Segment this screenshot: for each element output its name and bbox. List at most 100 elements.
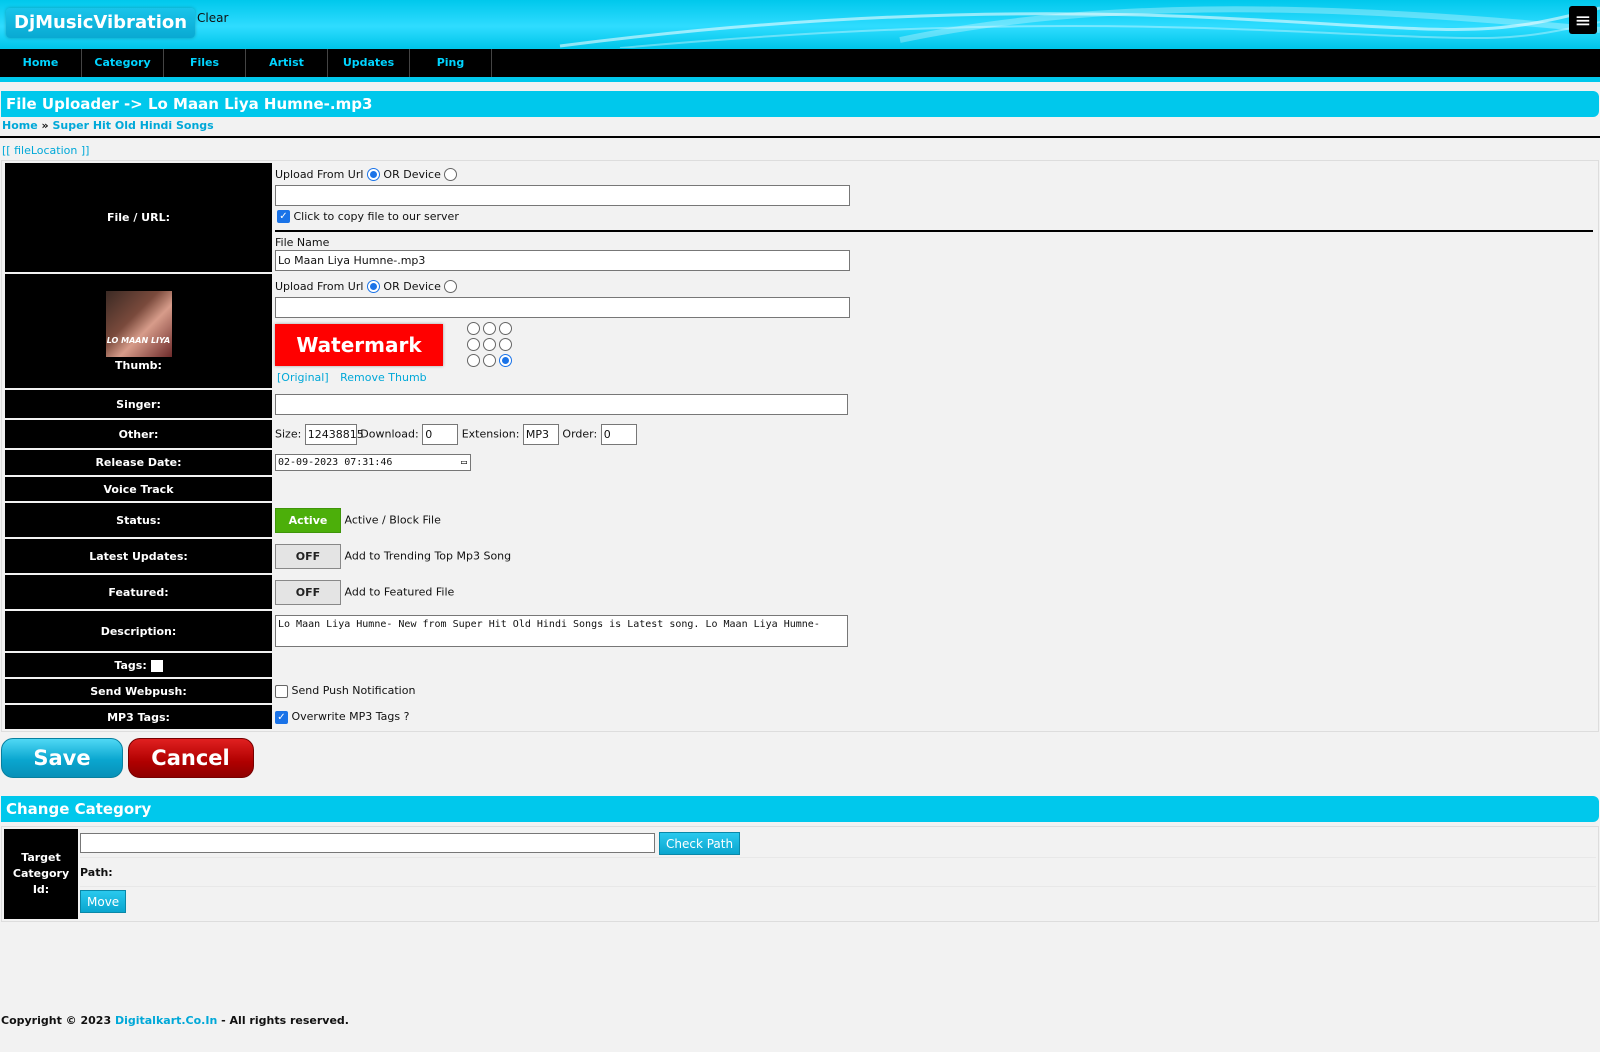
file-divider (275, 229, 1593, 232)
status-desc: Active / Block File (344, 513, 441, 526)
nav-item-artist[interactable]: Artist (246, 49, 328, 77)
file-location-text: [[ fileLocation ]] (2, 144, 90, 157)
file-edit-form: File / URL: Upload From Url OR Device ✓ … (1, 160, 1599, 732)
wm-pos-bottom-left-radio[interactable] (466, 353, 480, 367)
move-button[interactable]: Move (80, 890, 127, 913)
upload-from-url-radio[interactable] (366, 168, 380, 181)
upload-from-url-label: Upload From Url (275, 167, 364, 181)
featured-label: Featured: (5, 575, 272, 609)
wm-pos-bottom-center-radio[interactable] (482, 353, 496, 367)
form-actions: Save Cancel (0, 732, 1600, 780)
status-label: Status: (5, 503, 272, 537)
save-button[interactable]: Save (1, 738, 123, 778)
download-input[interactable]: 0 (422, 423, 459, 445)
nav-item-home[interactable]: Home (0, 49, 82, 77)
footer-rights: - All rights reserved. (221, 1014, 349, 1027)
voice-track-label: Voice Track (5, 477, 272, 501)
nav-item-updates[interactable]: Updates (328, 49, 410, 77)
thumb-label: Thumb: (115, 358, 162, 372)
latest-updates-label: Latest Updates: (5, 539, 272, 573)
watermark-button[interactable]: Watermark (275, 323, 443, 366)
upload-from-device-radio[interactable] (444, 168, 458, 181)
wm-pos-top-right-radio[interactable] (498, 321, 512, 335)
change-category-title: Change Category (1, 796, 1599, 822)
original-thumb-link[interactable]: [Original] (277, 371, 329, 384)
thumb-image-caption: LO MAAN LIYA (106, 335, 171, 345)
wm-pos-top-left-radio[interactable] (466, 321, 480, 335)
tags-checkbox[interactable] (150, 659, 163, 672)
wm-pos-middle-left-radio[interactable] (466, 337, 480, 351)
footer-copyright: Copyright © 2023 (1, 1014, 112, 1027)
thumb-image: LO MAAN LIYA (105, 290, 172, 357)
release-date-input[interactable]: 02-09-2023 07:31:46 ▭ (275, 454, 471, 471)
singer-input[interactable] (275, 393, 848, 415)
tags-label-cell: Tags: (5, 653, 272, 677)
overwrite-mp3-tags-checkbox[interactable]: ✓ (275, 710, 288, 724)
size-input[interactable]: 12438815 (304, 423, 364, 445)
latest-updates-desc: Add to Trending Top Mp3 Song (344, 549, 512, 562)
tags-label: Tags: (114, 658, 147, 672)
extension-input[interactable]: MP3 (522, 423, 559, 445)
copy-to-server-checkbox[interactable]: ✓ (277, 210, 290, 223)
extension-label: Extension: (461, 427, 520, 440)
overwrite-mp3-tags-label: Overwrite MP3 Tags ? (291, 710, 410, 724)
order-input[interactable]: 0 (600, 423, 637, 445)
thumb-upload-from-url-label: Upload From Url (275, 279, 364, 293)
nav-item-files[interactable]: Files (164, 49, 246, 77)
thumb-url-input[interactable] (275, 296, 850, 318)
file-url-input[interactable] (275, 184, 850, 206)
singer-label: Singer: (5, 390, 272, 418)
breadcrumb-category[interactable]: Super Hit Old Hindi Songs (52, 119, 213, 132)
breadcrumb-separator: » (41, 119, 49, 132)
order-label: Order: (562, 427, 598, 440)
wm-pos-middle-right-radio[interactable] (498, 337, 512, 351)
mp3-tags-label: MP3 Tags: (5, 705, 272, 729)
cancel-button[interactable]: Cancel (127, 738, 254, 778)
release-date-label: Release Date: (5, 450, 272, 475)
target-category-id-label: Target Category Id: (4, 829, 78, 919)
footer-site-link[interactable]: Digitalkart.Co.In (115, 1014, 217, 1027)
thumb-upload-from-url-radio[interactable] (366, 280, 380, 293)
status-toggle[interactable]: Active (275, 507, 341, 533)
footer: Copyright © 2023 Digitalkart.Co.In - All… (1, 1014, 349, 1027)
remove-thumb-link[interactable]: Remove Thumb (340, 371, 427, 384)
or-device-label: OR Device (383, 167, 441, 181)
description-textarea[interactable]: Lo Maan Liya Humne- New from Super Hit O… (275, 615, 848, 647)
check-path-button[interactable]: Check Path (659, 831, 741, 855)
file-name-label: File Name (275, 235, 330, 249)
change-category-box: Target Category Id: Check Path Path: Mov… (1, 826, 1599, 922)
tags-cell (275, 653, 1595, 677)
featured-toggle[interactable]: OFF (275, 579, 341, 605)
header-waves-decoration (559, 6, 1600, 48)
wm-pos-top-center-radio[interactable] (482, 321, 496, 335)
file-name-input[interactable]: Lo Maan Liya Humne-.mp3 (275, 249, 850, 271)
size-label: Size: (275, 427, 302, 440)
thumb-cell: Upload From Url OR Device Watermark [Ori… (275, 274, 1595, 388)
release-date-value: 02-09-2023 07:31:46 (278, 457, 393, 468)
calendar-icon[interactable]: ▭ (461, 455, 467, 470)
latest-updates-toggle[interactable]: OFF (275, 543, 341, 569)
webpush-label: Send Webpush: (5, 679, 272, 703)
voice-track-cell (275, 477, 1595, 501)
path-label: Path: (80, 858, 1596, 887)
wm-pos-bottom-right-radio[interactable] (498, 353, 512, 367)
push-notification-checkbox[interactable] (275, 684, 288, 698)
page-title: File Uploader -> Lo Maan Liya Humne-.mp3 (1, 91, 1599, 117)
nav-item-ping[interactable]: Ping (410, 49, 492, 77)
nav-item-category[interactable]: Category (82, 49, 164, 77)
wm-pos-middle-center-radio[interactable] (482, 337, 496, 351)
site-logo[interactable]: DjMusicVibration (6, 8, 196, 38)
thumb-upload-from-device-radio[interactable] (444, 280, 458, 293)
other-cell: Size: 12438815 Download: 0 Extension: MP… (275, 420, 1595, 448)
copy-to-server-label: Click to copy file to our server (293, 209, 459, 223)
hamburger-menu-icon[interactable]: ≡ (1569, 6, 1597, 34)
file-url-cell: Upload From Url OR Device ✓ Click to cop… (275, 163, 1595, 272)
file-url-label: File / URL: (5, 163, 272, 272)
breadcrumb-home[interactable]: Home (2, 119, 38, 132)
clear-link[interactable]: Clear (197, 11, 228, 25)
description-label: Description: (5, 611, 272, 651)
target-category-input[interactable] (80, 833, 655, 853)
thumb-label-cell: LO MAAN LIYA Thumb: (5, 274, 272, 388)
nav-underbar (0, 77, 1600, 82)
download-label: Download: (360, 427, 419, 440)
